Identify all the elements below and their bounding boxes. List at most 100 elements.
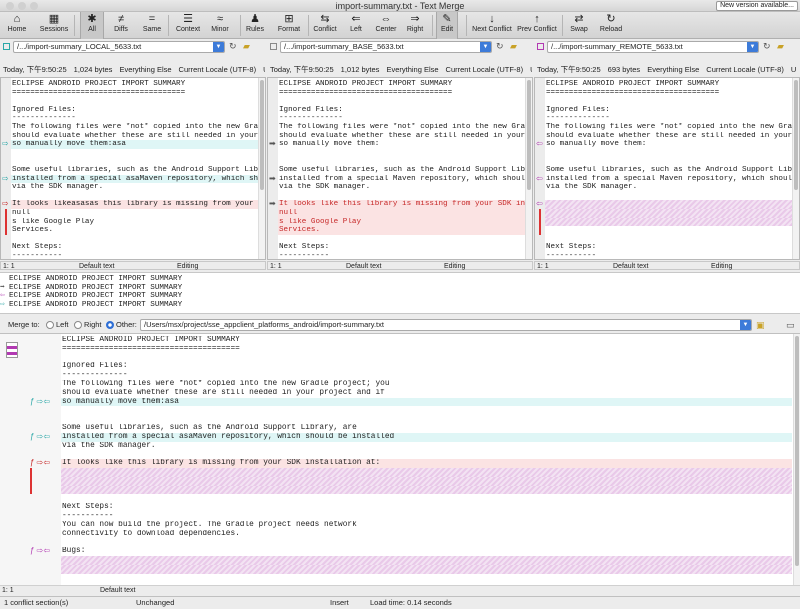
chevron-down-icon[interactable]: ▼ <box>747 42 758 52</box>
next-conflict-icon: ↓ <box>489 13 495 25</box>
merge-arrow-icon[interactable]: ⇦ <box>536 174 543 183</box>
merge-left-radio[interactable] <box>46 321 54 330</box>
open-folder-icon[interactable]: ▰ <box>243 41 250 52</box>
toolbar-diffs-button[interactable]: ≠ Diffs <box>108 12 134 39</box>
toolbar-same-button[interactable]: = Same <box>140 12 164 39</box>
save-icon[interactable]: ▣ <box>756 318 765 332</box>
pane-info-row: Today, 下午9:50:25 1,012 bytes Everything El… <box>270 64 532 76</box>
toolbar-next-conflict-button[interactable]: ↓ Next Conflict <box>470 12 514 39</box>
toolbar-minor-button[interactable]: ≈ Minor <box>206 12 234 39</box>
merge-other-radio[interactable] <box>106 321 114 330</box>
text-line: Ignored Files: <box>279 105 343 114</box>
toolbar-prev-conflict-button[interactable]: ↑ Prev Conflict <box>514 12 560 39</box>
toolbar-context-button[interactable]: ☰ Context <box>172 12 204 39</box>
pane-gutter: ➡ ➡ ➡ <box>268 78 278 259</box>
output-line: so manually move them:asa <box>61 397 792 407</box>
merge-arrow-icon[interactable]: ⇨ <box>2 174 9 183</box>
output-scrollbar[interactable] <box>793 334 800 585</box>
output-line: The following files were *not* copied in… <box>62 380 390 388</box>
text-line: Some useful libraries, such as the Andro… <box>546 166 792 174</box>
cursor-position: 1: 1 <box>537 263 549 270</box>
scroll-thumb[interactable] <box>794 80 798 190</box>
pane-text[interactable]: ECLIPSE ANDROID PROJECT IMPORT SUMMARY ==… <box>278 78 525 259</box>
merge-arrow-icon[interactable]: ➡ <box>269 140 276 148</box>
output-text[interactable]: ECLIPSE ANDROID PROJECT IMPORT SUMMARY ==… <box>61 334 792 585</box>
history-icon[interactable]: ↻ <box>763 41 771 52</box>
merge-arrow-icon[interactable]: ⇨ <box>2 200 9 208</box>
output-gutter: ƒ ⇨⇦ ƒ ⇨⇦ ƒ ⇨⇦ ƒ ⇨⇦ <box>0 334 61 585</box>
toolbar-center-button[interactable]: ⇔ Center <box>372 12 400 39</box>
pane-path-field[interactable]: /.../import-summary_BASE_5633.txt ▼ <box>280 41 492 53</box>
toolbar-left-button[interactable]: ⇐ Left <box>344 12 368 39</box>
merge-other-option[interactable]: Other: <box>106 318 137 332</box>
pane-info-item: Today, 下午9:50:25 <box>3 65 67 74</box>
new-version-button[interactable]: New version available... <box>716 1 798 11</box>
conflict-count: 1 conflict section(s) <box>4 598 69 607</box>
pane-info-item: 1,024 bytes <box>73 65 113 74</box>
merge-right-option[interactable]: Right <box>74 318 102 332</box>
toolbar-label: Format <box>277 26 301 33</box>
history-icon[interactable]: ↻ <box>496 41 504 52</box>
scroll-thumb[interactable] <box>260 80 264 190</box>
summary-line[interactable]: ➡ ECLIPSE ANDROID PROJECT IMPORT SUMMARY <box>0 283 182 293</box>
summary-line[interactable]: ECLIPSE ANDROID PROJECT IMPORT SUMMARY <box>0 275 182 284</box>
scroll-thumb[interactable] <box>527 80 531 190</box>
merge-arrow-icon[interactable]: ➡ <box>269 200 276 208</box>
open-folder-icon[interactable]: ▰ <box>777 41 784 52</box>
merge-arrow-icon[interactable]: ⇦ <box>536 140 543 148</box>
diff-pane: ➡ ➡ ➡ ECLIPSE ANDROID PROJECT IMPORT SUMMAR… <box>267 77 533 260</box>
output-merge-arrow-icon[interactable]: ƒ ⇨⇦ <box>30 547 50 555</box>
toolbar-conflict-button[interactable]: ⇆ Conflict <box>312 12 338 39</box>
pane-scrollbar[interactable] <box>258 78 265 259</box>
merge-path-dropdown-icon[interactable]: ▼ <box>740 320 751 330</box>
toolbar-format-button[interactable]: ⊞ Format <box>272 12 306 39</box>
merge-arrow-icon[interactable]: ➡ <box>269 174 276 183</box>
pane-scrollbar[interactable] <box>792 78 799 259</box>
merge-right-radio[interactable] <box>74 321 82 330</box>
summary-line[interactable]: ⇨ ECLIPSE ANDROID PROJECT IMPORT SUMMARY <box>0 300 182 310</box>
text-mode: Default text <box>346 263 382 270</box>
pane-scrollbar[interactable] <box>525 78 532 259</box>
pane-gutter: ⇨ ⇨ ⇨ <box>1 78 11 259</box>
output-merge-arrow-icon[interactable]: ƒ ⇨⇦ <box>30 397 50 406</box>
pane-text[interactable]: ECLIPSE ANDROID PROJECT IMPORT SUMMARY ==… <box>11 78 258 259</box>
summary-line[interactable]: ⇦ ECLIPSE ANDROID PROJECT IMPORT SUMMARY <box>0 292 182 301</box>
context-icon: ☰ <box>183 13 193 25</box>
open-folder-icon[interactable]: ▰ <box>510 41 517 52</box>
text-line <box>545 209 792 218</box>
merge-left-option[interactable]: Left <box>46 318 69 332</box>
text-line: ECLIPSE ANDROID PROJECT IMPORT SUMMARY <box>12 80 186 88</box>
text-line: The following files were *not* copied in… <box>12 123 258 131</box>
toolbar-label: Same <box>142 26 162 33</box>
pane-text[interactable]: ECLIPSE ANDROID PROJECT IMPORT SUMMARY ==… <box>545 78 792 259</box>
layout-icon[interactable]: ▭ <box>786 318 795 332</box>
merge-arrow-icon[interactable]: ⇦ <box>536 200 543 208</box>
toolbar-home-button[interactable]: ⌂ Home <box>4 12 30 39</box>
chevron-down-icon[interactable]: ▼ <box>480 42 491 52</box>
pane-path-row: /.../import-summary_REMOTE_5633.txt ▼ ↻ ▰ <box>534 40 800 54</box>
toolbar: ⌂ Home ▦ Sessions ✱ All ≠ Diffs = Same ☰ Context ≈ Mi… <box>0 12 800 39</box>
history-icon[interactable]: ↻ <box>229 41 237 52</box>
pane-status-row: 1: 1 Default text Editing <box>0 261 266 270</box>
toolbar-rules-button[interactable]: ♟ Rules <box>244 12 266 39</box>
merge-path-field[interactable]: /Users/msx/project/sse_appclient_platfor… <box>140 319 752 331</box>
pane-path-field[interactable]: /.../import-summary_LOCAL_5633.txt ▼ <box>13 41 225 53</box>
text-line: installed from a special Maven repositor… <box>279 174 525 183</box>
toolbar-edit-button[interactable]: ✎ Edit <box>436 12 458 39</box>
pane-path-field[interactable]: /.../import-summary_REMOTE_5633.txt ▼ <box>547 41 759 53</box>
text-line: via the SDK manager. <box>12 183 104 192</box>
toolbar-sessions-button[interactable]: ▦ Sessions <box>36 12 72 39</box>
pane-info-row: Today, 下午9:50:25 693 bytes Everything Else… <box>537 64 799 76</box>
toolbar-right-button[interactable]: ⇒ Right <box>402 12 428 39</box>
output-merge-arrow-icon[interactable]: ƒ ⇨⇦ <box>30 432 50 441</box>
pane-info-item: U <box>530 65 532 74</box>
text-line <box>11 192 258 201</box>
merge-arrow-icon[interactable]: ⇨ <box>2 140 9 148</box>
toolbar-swap-button[interactable]: ⇄ Swap <box>568 12 590 39</box>
output-merge-arrow-icon[interactable]: ƒ ⇨⇦ <box>30 459 50 467</box>
text-line: -------------- <box>12 114 76 123</box>
chevron-down-icon[interactable]: ▼ <box>213 42 224 52</box>
pane-info-item: U <box>790 65 797 74</box>
toolbar-all-button[interactable]: ✱ All <box>80 12 104 39</box>
toolbar-reload-button[interactable]: ↻ Reload <box>598 12 624 39</box>
